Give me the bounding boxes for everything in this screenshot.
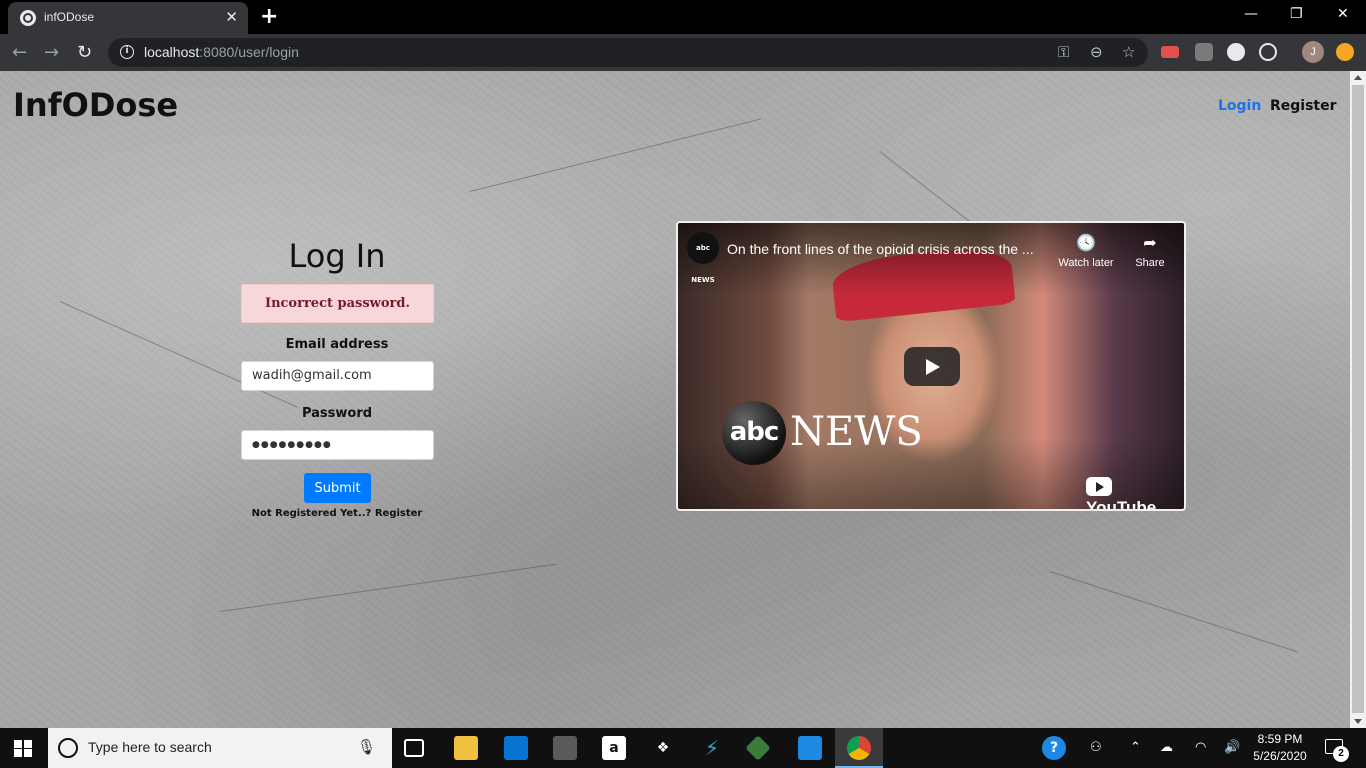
- clock-date: 5/26/2020: [1253, 749, 1307, 763]
- browser-tabstrip: infODose ✕ + — ❐ ✕: [0, 0, 1366, 34]
- extension-icon[interactable]: [1227, 43, 1245, 61]
- chrome-icon: [847, 736, 871, 760]
- cortana-icon: [58, 738, 78, 758]
- youtube-logo[interactable]: YouTube: [1086, 477, 1184, 509]
- url-text[interactable]: localhost:8080/user/login: [144, 44, 299, 60]
- tab-title: infODose: [44, 10, 95, 24]
- wifi-icon[interactable]: ◠: [1195, 740, 1206, 755]
- texture-crack: [469, 118, 762, 192]
- dropbox-icon[interactable]: ❖: [651, 736, 675, 760]
- scroll-up-icon[interactable]: [1354, 75, 1362, 80]
- share-label: Share: [1135, 257, 1165, 269]
- channel-avatar[interactable]: abc NEWS: [687, 232, 719, 284]
- microphone-icon[interactable]: 🎙: [357, 738, 376, 756]
- taskbar-search[interactable]: Type here to search 🎙: [48, 728, 392, 768]
- nav-login-link[interactable]: Login: [1218, 98, 1261, 114]
- abc-news-wordmark: NEWS: [790, 409, 923, 455]
- login-heading: Log In: [288, 237, 386, 275]
- chrome-taskbar-active[interactable]: [835, 728, 883, 768]
- email-field[interactable]: wadih@gmail.com: [241, 361, 434, 391]
- page-scrollbar[interactable]: [1350, 71, 1366, 728]
- task-view-icon[interactable]: [404, 739, 424, 757]
- abc-logo: abc: [722, 401, 786, 465]
- browser-toolbar: ← → ↻ i localhost:8080/user/login ⚿ ⊖ ☆ …: [0, 34, 1366, 71]
- video-title[interactable]: On the front lines of the opioid crisis …: [727, 241, 1034, 257]
- mail-icon[interactable]: [504, 736, 528, 760]
- texture-crack: [219, 563, 557, 612]
- globe-icon: [20, 10, 36, 26]
- nav-register-link[interactable]: Register: [1270, 98, 1337, 114]
- windows-start-icon[interactable]: [14, 740, 32, 757]
- system-clock[interactable]: 8:59 PM 5/26/2020: [1250, 731, 1310, 765]
- help-icon[interactable]: ?: [1042, 736, 1066, 760]
- share-button[interactable]: ➦ Share: [1120, 233, 1180, 269]
- reload-button[interactable]: ↻: [77, 42, 92, 63]
- restore-button[interactable]: ❐: [1290, 6, 1303, 22]
- windows-taskbar: Type here to search 🎙 a ❖ ⚡ ? ⚇ ⌃ ☁ ◠ 🔊 …: [0, 728, 1366, 768]
- forward-button[interactable]: →: [44, 42, 59, 63]
- back-button[interactable]: ←: [12, 42, 27, 63]
- share-icon: ➦: [1143, 235, 1157, 252]
- clock-time: 8:59 PM: [1257, 732, 1303, 746]
- password-field[interactable]: ●●●●●●●●●: [241, 430, 434, 460]
- volume-icon[interactable]: 🔊: [1224, 740, 1240, 755]
- video-extension-icon[interactable]: [1161, 46, 1179, 58]
- site-logo[interactable]: InfODose: [13, 86, 178, 124]
- store-icon[interactable]: [553, 736, 577, 760]
- play-button[interactable]: [904, 347, 960, 386]
- ublock-extension-icon[interactable]: [1195, 43, 1213, 61]
- browser-tab[interactable]: infODose ✕: [8, 2, 248, 34]
- amazon-icon[interactable]: a: [602, 736, 626, 760]
- show-hidden-icons[interactable]: ⌃: [1130, 740, 1141, 755]
- password-label: Password: [301, 406, 373, 421]
- watch-later-button[interactable]: 🕓 Watch later: [1056, 233, 1116, 269]
- people-icon[interactable]: ⚇: [1090, 740, 1102, 755]
- register-link[interactable]: Not Registered Yet..? Register: [240, 508, 434, 519]
- youtube-play-icon: [1086, 477, 1112, 496]
- update-indicator-icon[interactable]: [1336, 43, 1354, 61]
- react-extension-icon[interactable]: [1259, 43, 1277, 61]
- zoom-icon[interactable]: ⊖: [1090, 43, 1103, 61]
- texture-crack: [1049, 571, 1298, 653]
- watch-later-label: Watch later: [1058, 257, 1114, 269]
- sourcetree-icon[interactable]: [745, 735, 771, 761]
- error-alert: Incorrect password.: [241, 284, 434, 323]
- scroll-down-icon[interactable]: [1354, 719, 1362, 724]
- clock-icon: 🕓: [1076, 235, 1096, 252]
- close-tab-icon[interactable]: ✕: [225, 8, 238, 26]
- code-app-icon[interactable]: ⚡: [700, 736, 724, 760]
- new-tab-button[interactable]: +: [260, 4, 278, 29]
- key-icon[interactable]: ⚿: [1058, 43, 1069, 61]
- minimize-button[interactable]: —: [1244, 6, 1258, 22]
- close-window-button[interactable]: ✕: [1337, 6, 1349, 22]
- bookmark-star-icon[interactable]: ☆: [1122, 43, 1135, 61]
- search-placeholder: Type here to search: [88, 739, 212, 755]
- page-viewport: InfODose Login Register Log In Incorrect…: [0, 71, 1350, 728]
- youtube-embed[interactable]: abc NEWS On the front lines of the opioi…: [676, 221, 1186, 511]
- submit-button[interactable]: Submit: [304, 473, 371, 503]
- address-bar[interactable]: i localhost:8080/user/login ⚿ ⊖ ☆: [108, 38, 1148, 67]
- profile-avatar[interactable]: J: [1302, 41, 1324, 63]
- vscode-icon[interactable]: [798, 736, 822, 760]
- notification-count-badge: 2: [1333, 746, 1349, 762]
- email-label: Email address: [285, 337, 389, 352]
- scroll-thumb[interactable]: [1352, 85, 1364, 713]
- file-explorer-icon[interactable]: [454, 736, 478, 760]
- site-info-icon[interactable]: i: [120, 45, 134, 59]
- onedrive-error-icon[interactable]: ☁: [1160, 740, 1173, 755]
